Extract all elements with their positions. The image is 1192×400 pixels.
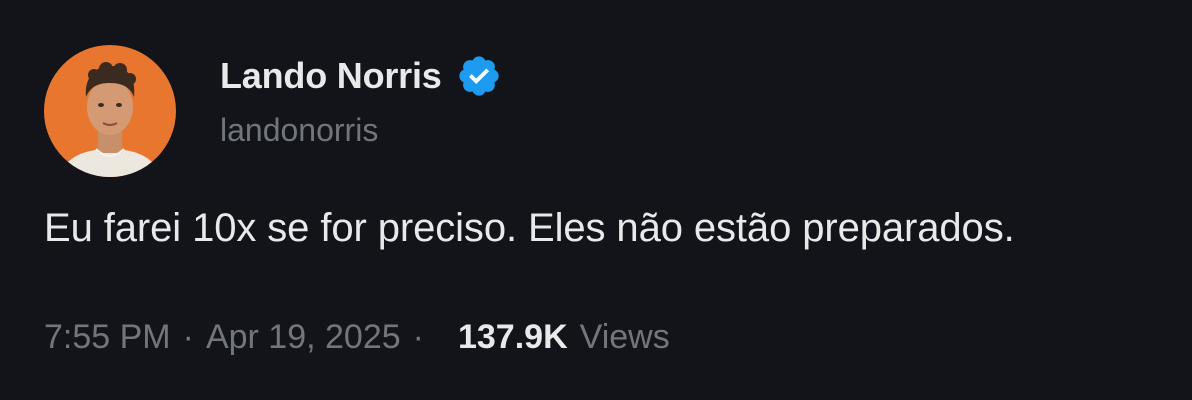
views-label: Views <box>579 318 670 356</box>
author-handle[interactable]: landonorris <box>220 112 378 149</box>
avatar-image <box>44 45 176 177</box>
author-avatar[interactable] <box>44 45 176 177</box>
display-name[interactable]: Lando Norris <box>220 55 442 97</box>
tweet-time[interactable]: 7:55 PM <box>44 318 171 357</box>
tweet-text: Eu farei 10x se for preciso. Eles não es… <box>44 206 1015 250</box>
author-info: Lando Norris <box>220 52 502 100</box>
tweet-date[interactable]: Apr 19, 2025 <box>206 318 401 357</box>
views-count[interactable]: 137.9K <box>458 318 568 357</box>
tweet-card: Lando Norris landonorris Eu farei 10x se… <box>0 0 1192 400</box>
tweet-meta: 7:55 PM · Apr 19, 2025 · 137.9K Views <box>44 318 670 357</box>
meta-separator: · <box>182 318 194 356</box>
meta-separator: · <box>412 318 424 356</box>
verified-badge-icon <box>456 53 502 99</box>
